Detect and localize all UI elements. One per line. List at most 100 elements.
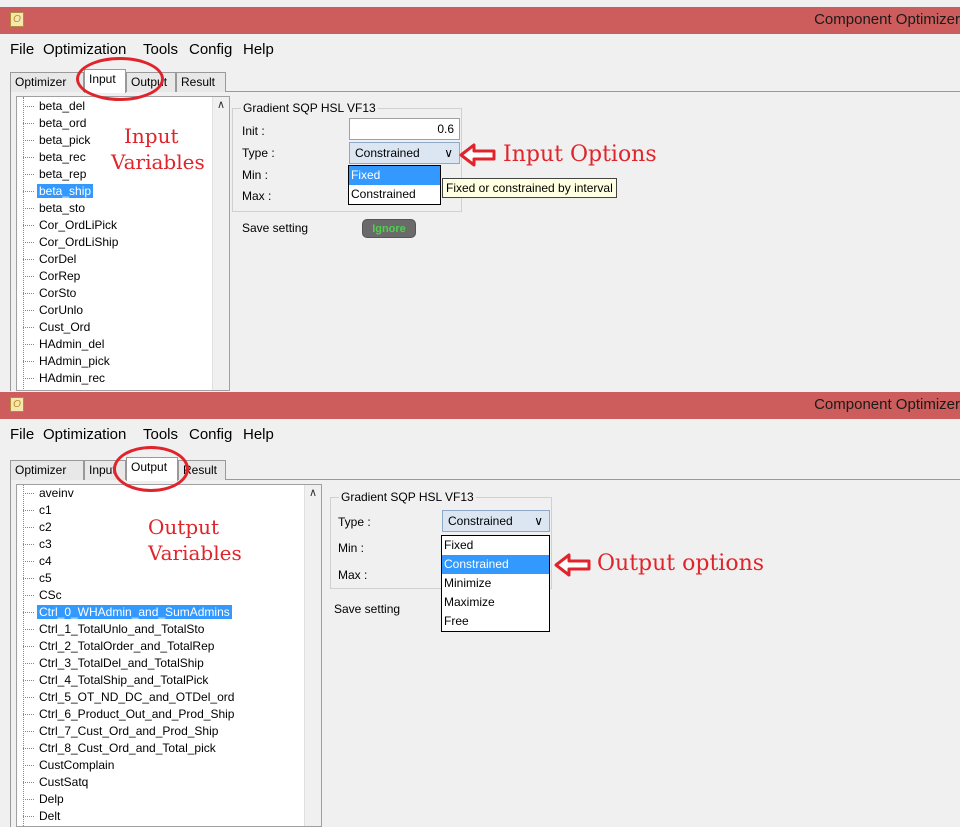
min-label: Min : [242, 168, 269, 182]
tree-item[interactable]: beta_rep [21, 166, 88, 182]
option-fixed[interactable]: Fixed [442, 536, 549, 555]
tree-item[interactable]: Cor_OrdLiShip [21, 234, 120, 250]
tree-item[interactable]: Ctrl_1_TotalUnlo_and_TotalSto [21, 621, 206, 637]
save-setting-label: Save setting [334, 602, 401, 616]
option-minimize[interactable]: Minimize [442, 574, 549, 593]
tree-item[interactable]: CorRep [21, 268, 82, 284]
tree-item[interactable]: CorSto [21, 285, 78, 301]
tree-item[interactable]: HAdmin_del [21, 336, 106, 352]
tree-item[interactable]: CorDel [21, 251, 78, 267]
title-bar: O Component Optimizer [0, 7, 960, 34]
tree-item[interactable]: Ctrl_6_Product_Out_and_Prod_Ship [21, 706, 236, 722]
tree-item[interactable]: c3 [21, 536, 54, 552]
tree-item[interactable]: Ctrl_7_Cust_Ord_and_Prod_Ship [21, 723, 220, 739]
highlight-circle-output-tab [113, 446, 189, 492]
menu-optimization[interactable]: Optimization [43, 41, 126, 58]
init-field[interactable]: 0.6 [349, 118, 460, 140]
tree-item[interactable]: HAdmin_rec [21, 370, 107, 386]
title-bar: O Component Optimizer [0, 392, 960, 419]
menu-help[interactable]: Help [243, 426, 274, 443]
tree-item[interactable]: beta_del [21, 98, 87, 114]
input-tab-panel: O Component Optimizer File Optimization … [0, 0, 960, 391]
tree-item[interactable]: beta_rec [21, 149, 88, 165]
input-variable-tree[interactable]: beta_del beta_ord beta_pick beta_rec bet… [16, 96, 230, 391]
tree-item[interactable]: CSc [21, 587, 64, 603]
type-tooltip: Fixed or constrained by interval [442, 178, 617, 198]
chevron-down-icon: ∨ [444, 146, 453, 160]
tree-item[interactable]: aveinv [21, 485, 76, 501]
menu-file[interactable]: File [10, 41, 34, 58]
tree-scrollbar[interactable]: ∧ [304, 485, 321, 826]
tree-item[interactable]: Cust_Ord [21, 319, 92, 335]
tab-optimizer[interactable]: Optimizer [10, 72, 84, 92]
tree-item[interactable]: Ctrl_8_Cust_Ord_and_Total_pick [21, 740, 218, 756]
annotation-output-variables-line1: Output [148, 515, 220, 539]
tree-item[interactable]: CorUnlo [21, 302, 85, 318]
menu-bar: File Optimization Tools Config Help [0, 419, 960, 449]
save-setting-label: Save setting [242, 221, 309, 235]
tree-item[interactable]: c5 [21, 570, 54, 586]
tree-item[interactable]: beta_sto [21, 200, 87, 216]
annotation-input-variables-line1: Input [124, 124, 179, 148]
tree-item-selected[interactable]: Ctrl_0_WHAdmin_and_SumAdmins [21, 604, 232, 620]
menu-file[interactable]: File [10, 426, 34, 443]
menu-config[interactable]: Config [189, 426, 232, 443]
optimizer-app-icon: O [10, 12, 24, 27]
scroll-up-arrow-icon[interactable]: ∧ [305, 485, 321, 502]
tree-item[interactable]: c1 [21, 502, 54, 518]
annotation-output-options: Output options [597, 551, 765, 576]
option-fixed[interactable]: Fixed [349, 166, 440, 185]
tree-item-selected[interactable]: beta_ship [21, 183, 94, 199]
tree-item[interactable]: Delt [21, 808, 62, 824]
menu-optimization[interactable]: Optimization [43, 426, 126, 443]
option-free[interactable]: Free [442, 612, 549, 631]
option-constrained[interactable]: Constrained [442, 555, 549, 574]
tab-optimizer[interactable]: Optimizer [10, 460, 84, 480]
min-label: Min : [338, 541, 365, 555]
chevron-down-icon: ∨ [534, 514, 543, 528]
tree-item[interactable]: Ctrl_2_TotalOrder_and_TotalRep [21, 638, 216, 654]
tree-item[interactable]: c4 [21, 553, 54, 569]
optimizer-app-icon: O [10, 397, 24, 412]
menu-help[interactable]: Help [243, 41, 274, 58]
scroll-up-arrow-icon[interactable]: ∧ [213, 97, 229, 114]
window-title: Component Optimizer [814, 396, 960, 413]
type-dropdown-list: Fixed Constrained [348, 165, 441, 205]
output-tab-panel: O Component Optimizer File Optimization … [0, 391, 960, 827]
tab-result[interactable]: Result [176, 72, 226, 92]
type-select[interactable]: Constrained ∨ [442, 510, 550, 532]
tree-scrollbar[interactable]: ∧ [212, 97, 229, 390]
annotation-output-variables-line2: Variables [148, 541, 242, 565]
hollow-left-arrow-icon [459, 143, 496, 167]
ignore-button[interactable]: Ignore [362, 219, 416, 238]
group-title: Gradient SQP HSL VF13 [241, 101, 378, 115]
hollow-left-arrow-icon [554, 553, 591, 577]
menu-tools[interactable]: Tools [143, 41, 178, 58]
menu-tools[interactable]: Tools [143, 426, 178, 443]
tree-item[interactable]: CustSatq [21, 774, 90, 790]
type-select[interactable]: Constrained ∨ [349, 142, 460, 164]
annotation-input-options: Input Options [503, 142, 657, 167]
type-select-value: Constrained [448, 514, 513, 528]
tree-item[interactable]: Delp [21, 791, 66, 807]
tree-item[interactable]: HAdmin_pick [21, 353, 112, 369]
tree-item[interactable]: Cor_OrdLiPick [21, 217, 119, 233]
option-maximize[interactable]: Maximize [442, 593, 549, 612]
tree-item[interactable]: Ctrl_3_TotalDel_and_TotalShip [21, 655, 206, 671]
tree-item[interactable]: Ctrl_4_TotalShip_and_TotalPick [21, 672, 210, 688]
type-dropdown-list: Fixed Constrained Minimize Maximize Free [441, 535, 550, 632]
tree-item[interactable]: c2 [21, 519, 54, 535]
type-label: Type : [338, 515, 371, 529]
annotation-input-variables-line2: Variables [111, 150, 205, 174]
tree-item[interactable]: beta_ord [21, 115, 88, 131]
menu-config[interactable]: Config [189, 41, 232, 58]
option-constrained[interactable]: Constrained [349, 185, 440, 204]
init-label: Init : [242, 124, 265, 138]
menu-bar: File Optimization Tools Config Help [0, 34, 960, 64]
tree-item[interactable]: beta_pick [21, 132, 92, 148]
tree-item[interactable]: Ctrl_5_OT_ND_DC_and_OTDel_ord [21, 689, 236, 705]
highlight-circle-input-tab [76, 57, 164, 101]
tree-item[interactable]: CustComplain [21, 757, 116, 773]
max-label: Max : [338, 568, 368, 582]
type-label: Type : [242, 146, 275, 160]
